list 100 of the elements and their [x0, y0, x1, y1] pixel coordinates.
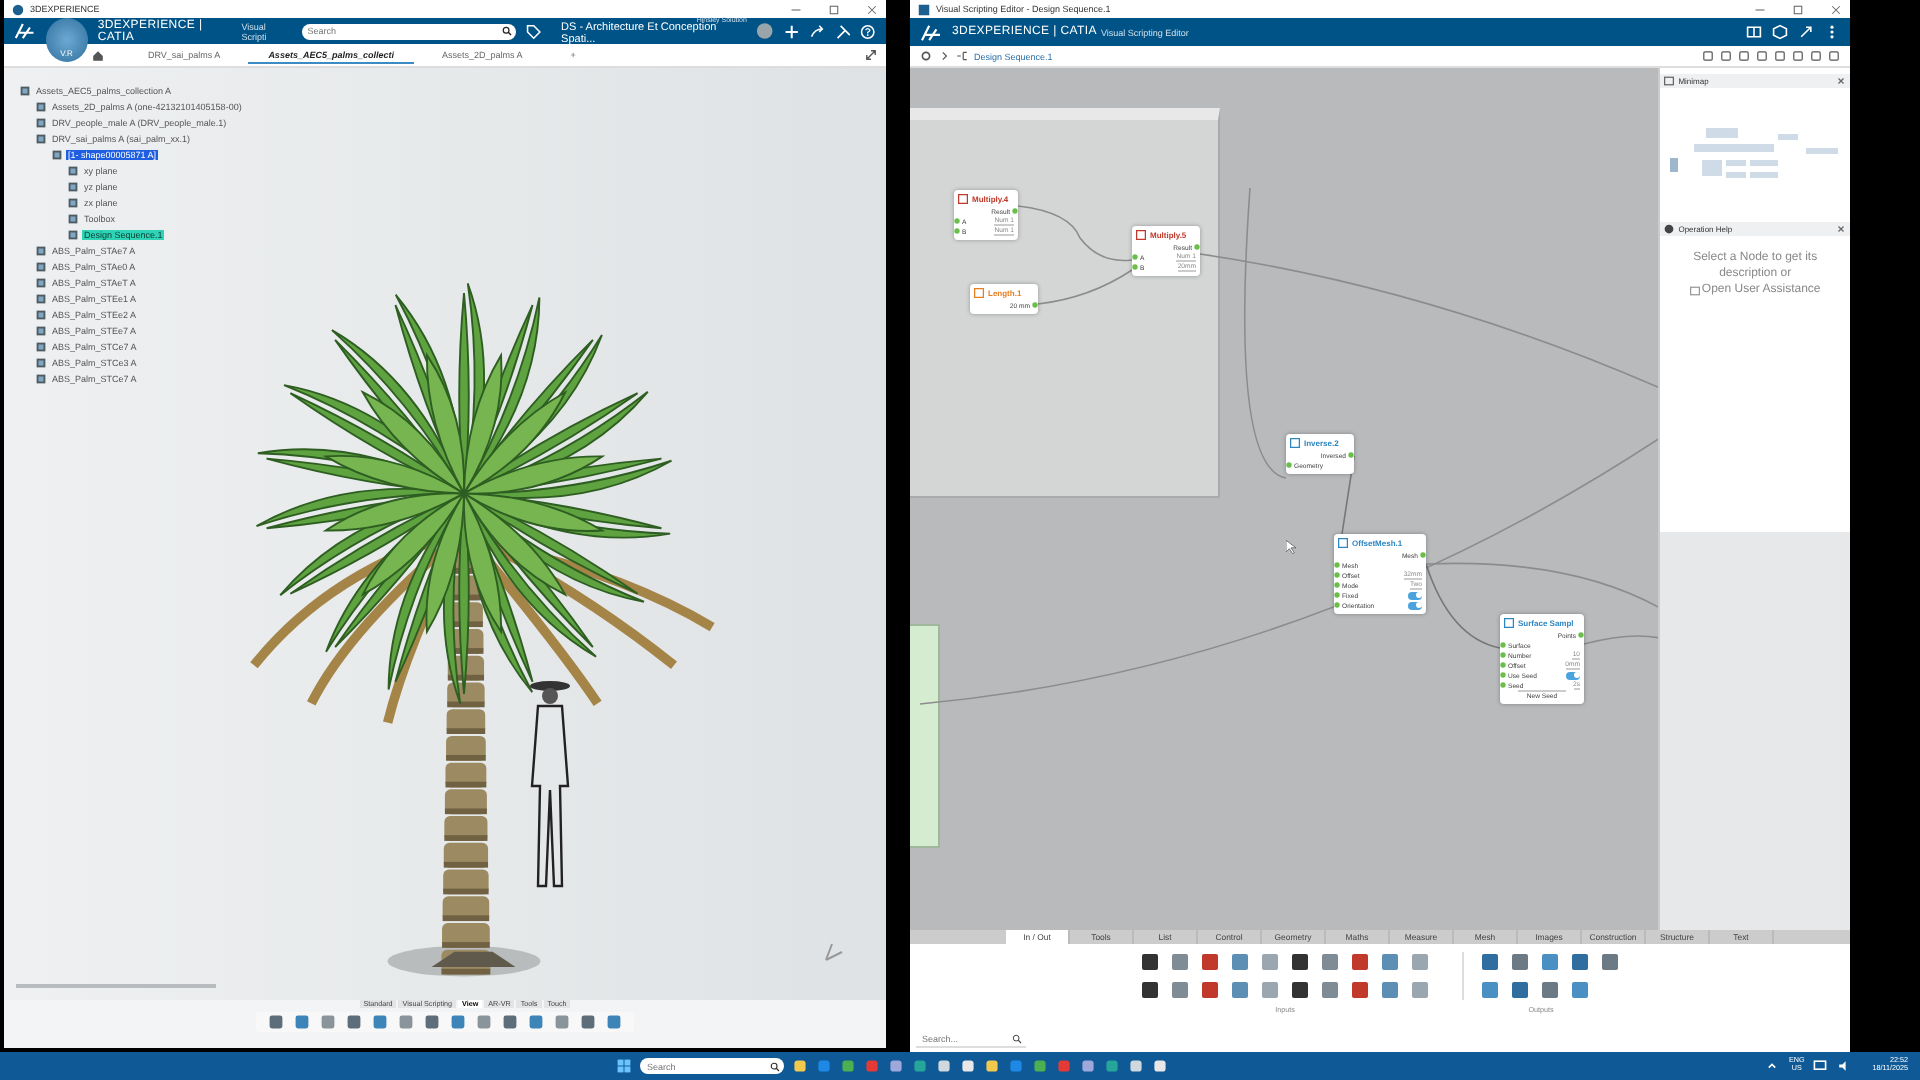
part-icon: [36, 374, 46, 384]
part-icon: [36, 118, 46, 128]
connection-wire: [1037, 269, 1133, 305]
port-icon[interactable]: [1032, 302, 1038, 308]
input-node-icon[interactable]: [1200, 980, 1220, 1000]
port-icon[interactable]: [1012, 208, 1018, 214]
minimize-icon[interactable]: [790, 3, 802, 15]
node-icon: [958, 194, 968, 204]
part-icon: [36, 102, 46, 112]
plus-icon[interactable]: [784, 23, 800, 39]
input-node-icon[interactable]: [1170, 952, 1190, 972]
port-icon[interactable]: [1578, 632, 1584, 638]
part-icon: [36, 134, 46, 144]
search-icon[interactable]: [501, 26, 512, 36]
part-icon: [68, 166, 78, 176]
output-node-icon[interactable]: [1480, 980, 1500, 1000]
close-icon[interactable]: [866, 3, 878, 15]
mouse-cursor-icon: [1286, 540, 1296, 554]
maximize-icon[interactable]: [828, 3, 840, 15]
close-icon[interactable]: [1836, 224, 1846, 234]
input-node-icon[interactable]: [1200, 952, 1220, 972]
port-icon[interactable]: [1348, 452, 1354, 458]
help-icon[interactable]: [860, 23, 876, 39]
output-node-icon[interactable]: [1510, 980, 1530, 1000]
settings-icon[interactable]: [920, 50, 932, 62]
toggle-switch[interactable]: [1566, 671, 1580, 679]
part-icon: [36, 262, 46, 272]
part-icon: [36, 342, 46, 352]
part-icon: [36, 294, 46, 304]
input-node-icon[interactable]: [1350, 952, 1370, 972]
chevron-up-icon[interactable]: [1764, 1058, 1781, 1074]
port-icon[interactable]: [1420, 552, 1426, 558]
input-node-icon[interactable]: [1230, 952, 1250, 972]
scroll-bar[interactable]: [16, 984, 216, 988]
input-node-icon[interactable]: [1380, 980, 1400, 1000]
part-icon: [36, 278, 46, 288]
input-node-icon[interactable]: [1290, 980, 1310, 1000]
part-icon: [36, 358, 46, 368]
input-node-icon[interactable]: [1320, 952, 1340, 972]
output-node-icon[interactable]: [1510, 952, 1530, 972]
input-node-icon[interactable]: [1140, 980, 1160, 1000]
input-node-icon[interactable]: [1350, 980, 1370, 1000]
part-icon: [20, 86, 30, 96]
window-icon: [1689, 285, 1700, 295]
input-node-icon[interactable]: [1290, 952, 1310, 972]
close-icon[interactable]: [1830, 3, 1842, 15]
home-icon[interactable]: [92, 49, 104, 61]
help-icon: [1664, 224, 1675, 234]
expand-icon[interactable]: [864, 48, 878, 62]
output-node-icon[interactable]: [1570, 980, 1590, 1000]
part-icon: [68, 230, 78, 240]
input-node-icon[interactable]: [1410, 980, 1430, 1000]
input-node-icon[interactable]: [1260, 980, 1280, 1000]
chevron-icon: [938, 50, 950, 62]
sequence-icon: [956, 50, 968, 62]
node-icon: [1338, 538, 1348, 548]
output-node-icon[interactable]: [1570, 952, 1590, 972]
part-icon: [36, 310, 46, 320]
avatar-icon[interactable]: [756, 22, 775, 40]
input-node-icon[interactable]: [1170, 980, 1190, 1000]
part-icon: [68, 214, 78, 224]
part-icon: [68, 198, 78, 208]
toggle-switch[interactable]: [1408, 591, 1422, 599]
part-icon: [52, 150, 62, 160]
input-node-icon[interactable]: [1380, 952, 1400, 972]
share-icon[interactable]: [809, 23, 826, 39]
tag-icon[interactable]: [525, 23, 542, 39]
compass-axis-icon: [822, 940, 846, 964]
tools-icon[interactable]: [835, 23, 851, 39]
part-icon: [36, 246, 46, 256]
input-node-icon[interactable]: [1410, 952, 1430, 972]
cube-icon[interactable]: [1772, 24, 1788, 40]
start-icon[interactable]: [616, 1058, 633, 1074]
network-icon[interactable]: [1812, 1058, 1829, 1074]
input-node-icon[interactable]: [1140, 952, 1160, 972]
toggle-switch[interactable]: [1408, 601, 1422, 609]
minimize-icon[interactable]: [1754, 3, 1766, 15]
node-icon: [974, 288, 984, 298]
search-icon[interactable]: [1012, 1033, 1022, 1043]
port-icon[interactable]: [1194, 244, 1200, 250]
maximize-icon[interactable]: [1792, 3, 1804, 15]
part-icon: [68, 182, 78, 192]
node-icon: [1136, 230, 1146, 240]
output-node-icon[interactable]: [1480, 952, 1500, 972]
output-node-icon[interactable]: [1540, 980, 1560, 1000]
node-icon: [1504, 618, 1514, 628]
port-icon[interactable]: [1286, 462, 1292, 468]
logo-icon: [920, 23, 942, 41]
input-node-icon[interactable]: [1260, 952, 1280, 972]
node-icon: [1290, 438, 1300, 448]
input-node-icon[interactable]: [1320, 980, 1340, 1000]
app-icon: [12, 3, 24, 15]
part-icon: [36, 326, 46, 336]
search-icon[interactable]: [770, 1061, 781, 1071]
connection-wire: [1017, 205, 1133, 262]
output-node-icon[interactable]: [1540, 952, 1560, 972]
book-icon[interactable]: [1746, 24, 1762, 40]
output-node-icon[interactable]: [1600, 952, 1620, 972]
input-node-icon[interactable]: [1230, 980, 1250, 1000]
close-icon[interactable]: [1836, 76, 1846, 86]
